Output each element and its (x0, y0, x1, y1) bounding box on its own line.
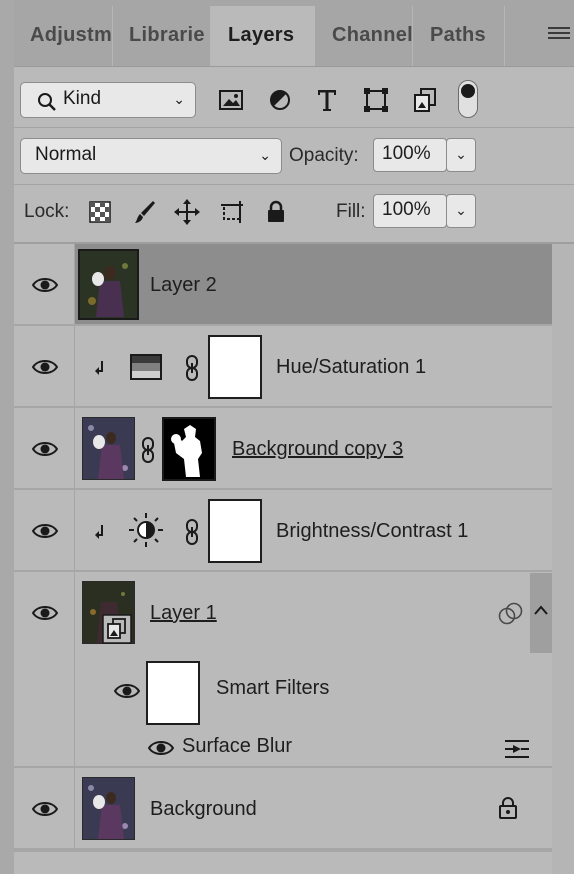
panel-tabs: Adjustm Librarie Layers Channel Paths (14, 0, 574, 67)
smart-filters-label[interactable]: Smart Filters (216, 677, 329, 700)
tab-channels[interactable]: Channel (315, 6, 413, 66)
blend-mode-value: Normal (35, 144, 97, 165)
chevron-down-icon: ⌄ (173, 91, 185, 107)
eye-icon[interactable] (32, 358, 58, 376)
blend-mode-select[interactable]: Normal ⌄ (20, 138, 282, 174)
scrollbar-thumb[interactable] (530, 573, 552, 653)
layer-name[interactable]: Layer 1 (150, 602, 217, 625)
visibility-column (14, 408, 75, 488)
layers-scrollbar-track[interactable] (552, 244, 574, 874)
fill-dropdown-chevron-icon[interactable]: ⌄ (446, 194, 476, 228)
layer-row-layer-2[interactable]: Layer 2 (14, 244, 552, 326)
layer-row-layer-1[interactable]: Layer 1 Smart Filters Surface Blur (14, 572, 552, 768)
clip-arrow-icon (95, 361, 103, 375)
eye-icon[interactable] (148, 739, 174, 757)
photo-thumbnail-icon (83, 418, 134, 479)
lock-artboard-icon[interactable] (218, 198, 246, 226)
layer-mask-thumbnail[interactable] (162, 417, 216, 481)
filter-options-icon[interactable] (504, 738, 530, 760)
brightness-contrast-adjustment-icon (129, 513, 163, 547)
opacity-label: Opacity: (289, 145, 359, 166)
opacity-input[interactable]: 100% (373, 138, 447, 172)
layer-row-hue-saturation-1[interactable]: Hue/Saturation 1 (14, 326, 552, 408)
fill-input[interactable]: 100% (373, 194, 447, 228)
lock-all-icon[interactable] (264, 198, 288, 226)
photo-thumbnail-icon (83, 778, 134, 839)
smart-object-filter-icon[interactable] (412, 86, 438, 114)
filter-kind-label: Kind (63, 88, 102, 109)
tab-adjustments[interactable]: Adjustm (14, 6, 113, 66)
layer-name[interactable]: Hue/Saturation 1 (276, 356, 426, 379)
panel-menu-icon[interactable] (548, 24, 570, 42)
lock-position-move-icon[interactable] (173, 198, 201, 226)
visibility-column (14, 572, 75, 766)
layer-name[interactable]: Background copy 3 (232, 438, 403, 461)
layer-name[interactable]: Background (150, 798, 257, 821)
link-icon[interactable] (184, 354, 200, 382)
eye-icon[interactable] (32, 276, 58, 294)
eye-icon[interactable] (32, 604, 58, 622)
chevron-down-icon: ⌄ (259, 147, 271, 163)
clip-arrow-icon (95, 525, 103, 539)
filter-name[interactable]: Surface Blur (182, 735, 292, 758)
smart-object-icon (102, 614, 132, 644)
divider (14, 127, 574, 128)
layer-row-brightness-contrast-1[interactable]: Brightness/Contrast 1 (14, 490, 552, 572)
visibility-column (14, 326, 75, 406)
tab-paths[interactable]: Paths (413, 6, 505, 66)
left-strip (0, 0, 14, 874)
tab-libraries[interactable]: Librarie (113, 6, 211, 66)
lock-icon[interactable] (498, 796, 518, 820)
smart-filter-mask-icon[interactable] (498, 602, 524, 626)
tab-layers[interactable]: Layers (211, 6, 315, 66)
silhouette-mask-icon (164, 419, 214, 479)
hue-saturation-adjustment-icon (130, 354, 162, 380)
smart-filters-mask-thumbnail[interactable] (146, 661, 200, 725)
link-icon[interactable] (184, 518, 200, 546)
pixel-filter-icon[interactable] (218, 88, 244, 112)
opacity-dropdown-chevron-icon[interactable]: ⌄ (446, 138, 476, 172)
chevron-up-icon[interactable] (534, 605, 548, 615)
filter-toggle-knob (461, 84, 475, 98)
lock-label: Lock: (24, 201, 70, 222)
visibility-column (14, 490, 75, 570)
eye-icon[interactable] (32, 522, 58, 540)
divider (14, 184, 574, 185)
shape-filter-icon[interactable] (362, 86, 390, 114)
lock-transparent-pixels-icon[interactable] (88, 200, 112, 224)
visibility-column (14, 768, 75, 848)
eye-icon[interactable] (32, 440, 58, 458)
layer-mask-thumbnail[interactable] (208, 499, 262, 563)
link-icon[interactable] (140, 436, 156, 464)
visibility-column (14, 244, 75, 324)
eye-icon[interactable] (32, 800, 58, 818)
layer-name[interactable]: Layer 2 (150, 274, 217, 297)
search-icon (38, 93, 56, 111)
type-filter-icon[interactable] (314, 86, 340, 114)
layer-mask-thumbnail[interactable] (208, 335, 262, 399)
photo-thumbnail-icon (80, 251, 137, 318)
layer-row-background-copy-3[interactable]: Background copy 3 (14, 408, 552, 490)
divider (14, 850, 552, 852)
filter-toggle[interactable] (458, 80, 478, 118)
layer-row-background[interactable]: Background (14, 768, 552, 850)
adjustment-filter-icon[interactable] (268, 88, 292, 112)
filter-kind-select[interactable]: Kind ⌄ (20, 82, 196, 118)
layer-thumbnail[interactable] (78, 249, 139, 320)
layer-name[interactable]: Brightness/Contrast 1 (276, 520, 468, 543)
layer-thumbnail[interactable] (82, 777, 135, 840)
fill-label: Fill: (336, 201, 366, 222)
eye-icon[interactable] (114, 682, 140, 700)
lock-image-pixels-brush-icon[interactable] (132, 198, 158, 226)
layer-thumbnail[interactable] (82, 417, 135, 480)
